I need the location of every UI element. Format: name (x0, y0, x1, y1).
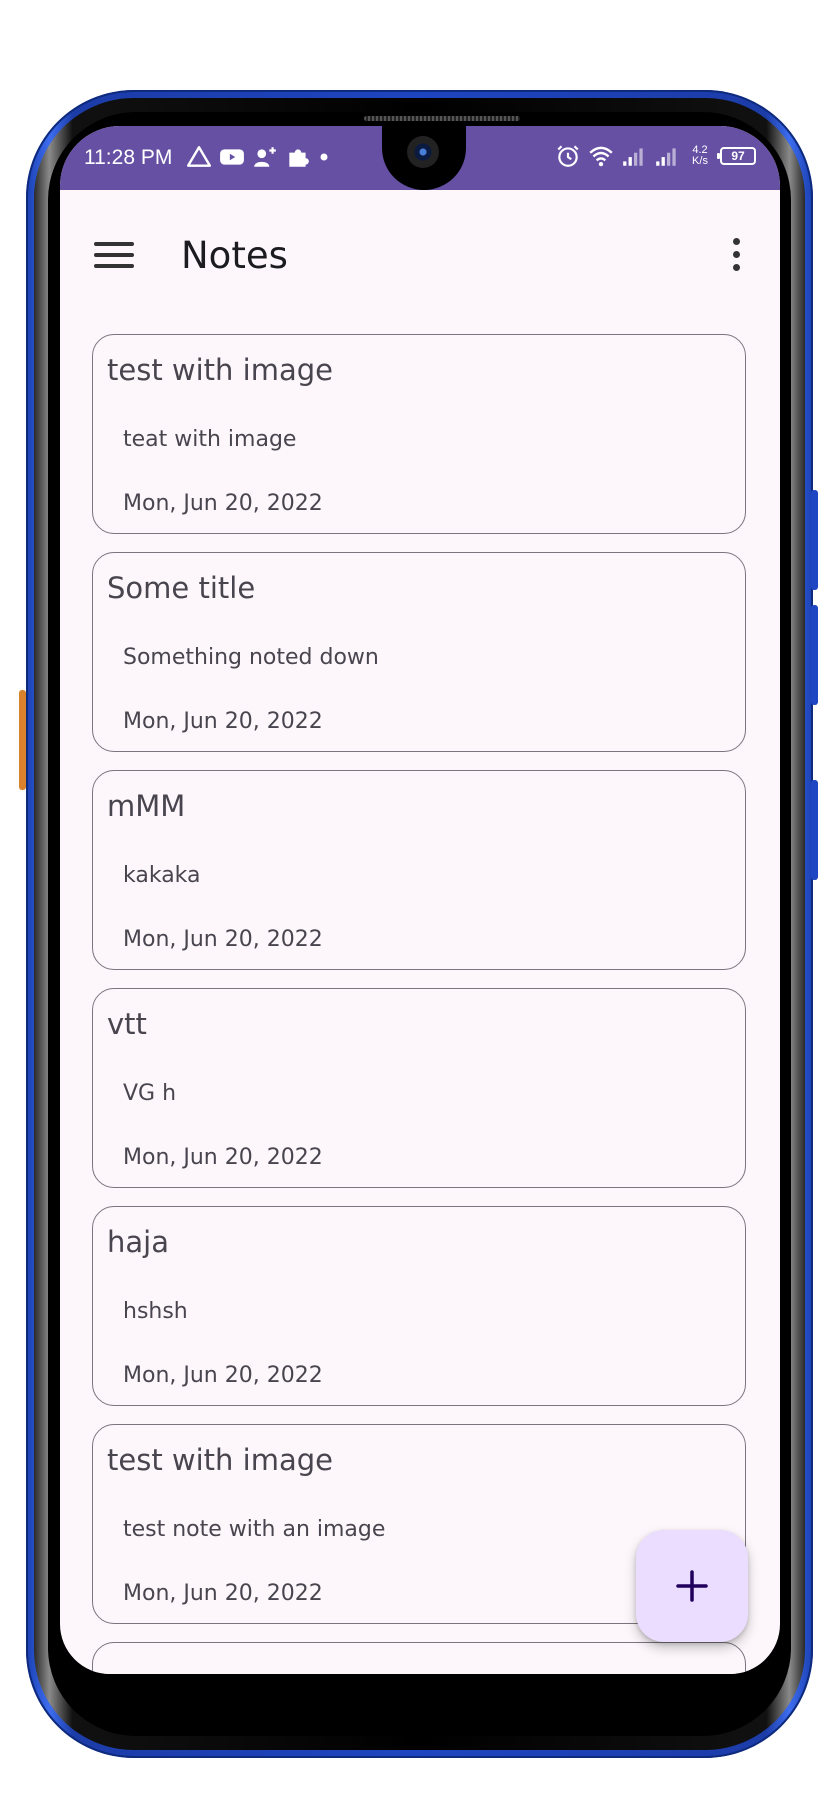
signal-icon (656, 148, 676, 166)
camera-notch (382, 126, 466, 190)
note-body: teat with image (123, 427, 297, 452)
note-body: VG h (123, 1081, 177, 1106)
signal-icon (623, 148, 643, 166)
note-title: Some title (107, 571, 256, 605)
person-add-icon (254, 147, 276, 167)
alarm-icon (557, 145, 579, 167)
battery-indicator: 97 (717, 147, 756, 165)
front-camera (407, 136, 439, 168)
warning-triangle-icon (186, 146, 212, 167)
plus-icon (676, 1570, 708, 1602)
note-date: Mon, Jun 20, 2022 (123, 1581, 323, 1606)
wifi-icon (589, 146, 613, 167)
network-speed-unit: K/s (692, 155, 708, 167)
side-button-left (19, 690, 26, 790)
note-body: kakaka (123, 863, 201, 888)
menu-icon[interactable] (94, 240, 134, 270)
youtube-icon (220, 149, 244, 165)
note-card[interactable]: haja hshsh Mon, Jun 20, 2022 (92, 1206, 746, 1406)
page-title: Notes (181, 234, 288, 277)
status-bar: 11:28 PM 4.2 K/s 97 (60, 126, 780, 190)
note-card[interactable]: test with image teat with image Mon, Jun… (92, 334, 746, 534)
phone-screen: 11:28 PM 4.2 K/s 97 Notes test with imag… (60, 126, 780, 1674)
volume-down-button (811, 605, 818, 705)
status-time: 11:28 PM (84, 146, 173, 169)
note-title: test with image (107, 1443, 333, 1477)
network-speed: 4.2 K/s (687, 145, 713, 167)
note-date: Mon, Jun 20, 2022 (123, 927, 323, 952)
speaker-grille (364, 116, 520, 121)
note-card[interactable]: mMM kakaka Mon, Jun 20, 2022 (92, 770, 746, 970)
note-date: Mon, Jun 20, 2022 (123, 709, 323, 734)
status-system-icons: 4.2 K/s 97 (555, 143, 756, 169)
note-body: test note with an image (123, 1517, 386, 1542)
note-title: test with image (107, 353, 333, 387)
note-title: vtt (107, 1007, 147, 1041)
volume-up-button (811, 490, 818, 590)
note-body: Something noted down (123, 645, 379, 670)
note-title: mMM (107, 789, 186, 823)
add-note-button[interactable] (636, 1530, 748, 1642)
status-notification-icons (186, 144, 330, 170)
note-card[interactable]: vtt VG h Mon, Jun 20, 2022 (92, 988, 746, 1188)
top-app-bar: Notes (60, 190, 780, 318)
note-card-partial[interactable] (92, 1642, 746, 1674)
more-vert-icon[interactable] (730, 236, 742, 274)
note-date: Mon, Jun 20, 2022 (123, 1145, 323, 1170)
power-button (811, 780, 818, 880)
note-body: hshsh (123, 1299, 188, 1324)
note-date: Mon, Jun 20, 2022 (123, 491, 323, 516)
notes-list: test with image teat with image Mon, Jun… (92, 334, 748, 1674)
note-date: Mon, Jun 20, 2022 (123, 1363, 323, 1388)
note-title: haja (107, 1225, 169, 1259)
extension-icon (289, 149, 309, 167)
dot-icon (320, 153, 328, 161)
note-card[interactable]: Some title Something noted down Mon, Jun… (92, 552, 746, 752)
